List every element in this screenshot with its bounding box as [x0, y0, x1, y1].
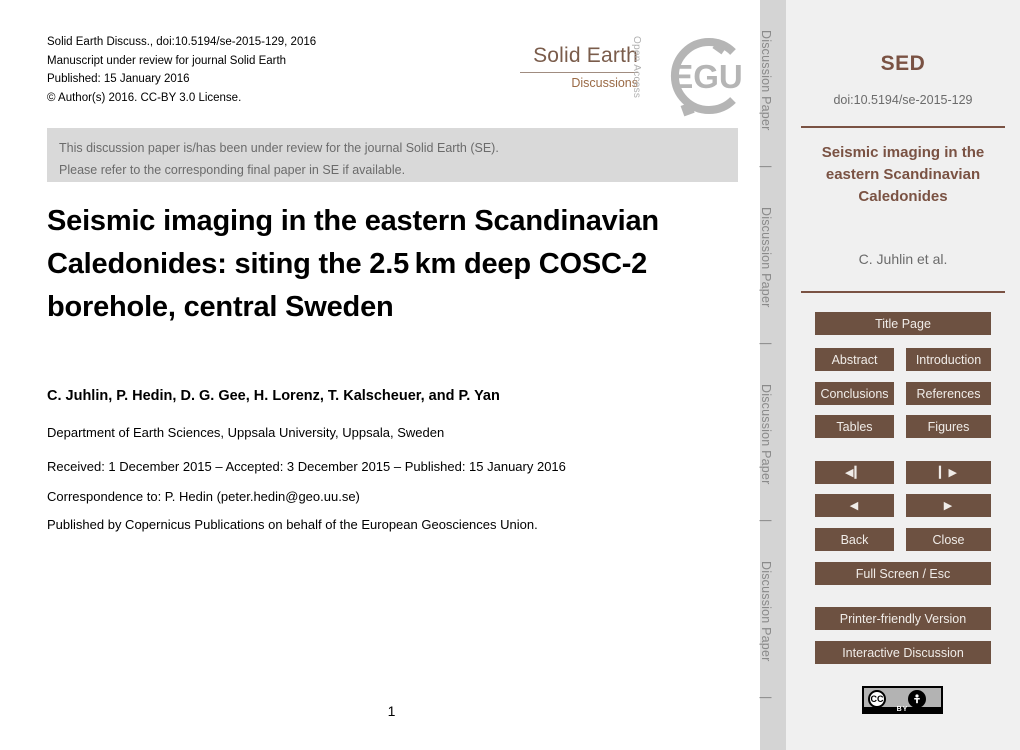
- page-number: 1: [387, 703, 396, 719]
- sidebar-divider-top: [801, 126, 1005, 128]
- spine-labels: Discussion Paper | Discussion Paper | Di…: [759, 0, 786, 750]
- references-button[interactable]: References: [906, 382, 991, 405]
- conclusions-button[interactable]: Conclusions: [815, 382, 894, 405]
- interactive-discussion-button[interactable]: Interactive Discussion: [815, 641, 991, 664]
- abstract-button[interactable]: Abstract: [815, 348, 894, 371]
- correspondence-line: Correspondence to: P. Hedin (peter.hedin…: [47, 489, 360, 504]
- title-page-button[interactable]: Title Page: [815, 312, 991, 335]
- cc-badge-panel: CC: [864, 688, 941, 708]
- close-button[interactable]: Close: [906, 528, 991, 551]
- spine-label: Discussion Paper: [759, 384, 773, 485]
- publication-dates: Received: 1 December 2015 – Accepted: 3 …: [47, 459, 566, 474]
- spine-label: Discussion Paper: [759, 207, 773, 308]
- spine-separator: |: [759, 519, 773, 523]
- spine-separator: |: [759, 696, 773, 700]
- last-page-icon-button[interactable]: ▎▶: [906, 461, 991, 484]
- logo-divider: [520, 72, 638, 73]
- printer-friendly-button[interactable]: Printer-friendly Version: [815, 607, 991, 630]
- sidebar-divider-bottom: [801, 291, 1005, 293]
- last-page-icon: ▎▶: [939, 467, 958, 479]
- sidebar-authors: C. Juhlin et al.: [858, 251, 948, 267]
- sidebar-journal-abbrev: SED: [880, 52, 926, 75]
- open-access-label: Open Access: [631, 36, 642, 99]
- cc-by-license-badge[interactable]: CC BY: [862, 686, 943, 714]
- header-line-review-status: Manuscript under review for journal Soli…: [47, 54, 287, 67]
- notice-line-1: This discussion paper is/has been under …: [59, 141, 499, 155]
- page-title: Seismic imaging in the eastern Scandinav…: [47, 205, 659, 323]
- sidebar-short-title: Seismic imaging in the eastern Scandinav…: [821, 144, 985, 205]
- paper-title-page: Solid Earth Discuss., doi:10.5194/se-201…: [0, 0, 1020, 750]
- first-page-icon: ◀▎: [845, 467, 864, 479]
- cc-by-label: BY: [896, 706, 909, 713]
- notice-line-2: Please refer to the corresponding final …: [59, 163, 406, 177]
- full-screen-button[interactable]: Full Screen / Esc: [815, 562, 991, 585]
- sidebar-doi: doi:10.5194/se-2015-129: [833, 93, 973, 107]
- paper-main-area: Solid Earth Discuss., doi:10.5194/se-201…: [0, 0, 760, 750]
- back-button[interactable]: Back: [815, 528, 894, 551]
- discussion-paper-spine: Discussion Paper | Discussion Paper | Di…: [759, 0, 786, 750]
- spine-label: Discussion Paper: [759, 561, 773, 662]
- solid-earth-logo: Solid Earth Discussions: [520, 43, 638, 92]
- navigation-sidebar: SED doi:10.5194/se-2015-129 Seismic imag…: [786, 0, 1020, 750]
- header-line-citation: Solid Earth Discuss., doi:10.5194/se-201…: [47, 36, 317, 48]
- next-page-icon: ▶: [943, 500, 954, 512]
- journal-logo-cluster: Solid Earth Discussions Open Access EGU: [520, 26, 750, 126]
- prev-page-icon: ◀: [849, 500, 860, 512]
- affiliation: Department of Earth Sciences, Uppsala Un…: [47, 425, 445, 440]
- journal-name: Solid Earth: [533, 44, 638, 67]
- publisher-line: Published by Copernicus Publications on …: [47, 517, 538, 532]
- svg-text:EGU: EGU: [671, 58, 743, 95]
- journal-subtitle: Discussions: [571, 76, 638, 90]
- figures-button[interactable]: Figures: [906, 415, 991, 438]
- first-page-icon-button[interactable]: ◀▎: [815, 461, 894, 484]
- next-page-icon-button[interactable]: ▶: [906, 494, 991, 517]
- previous-page-icon-button[interactable]: ◀: [815, 494, 894, 517]
- spine-separator: |: [759, 342, 773, 346]
- author-list: C. Juhlin, P. Hedin, D. G. Gee, H. Loren…: [47, 388, 500, 404]
- introduction-button[interactable]: Introduction: [906, 348, 991, 371]
- header-line-published: Published: 15 January 2016: [47, 73, 190, 85]
- review-notice-box: This discussion paper is/has been under …: [47, 128, 738, 182]
- document-header-metadata: Solid Earth Discuss., doi:10.5194/se-201…: [47, 33, 316, 107]
- spine-separator: |: [759, 165, 773, 169]
- egu-logo-icon: EGU: [655, 28, 751, 124]
- tables-button[interactable]: Tables: [815, 415, 894, 438]
- spine-label: Discussion Paper: [759, 30, 773, 131]
- header-line-license: © Author(s) 2016. CC-BY 3.0 License.: [47, 91, 242, 104]
